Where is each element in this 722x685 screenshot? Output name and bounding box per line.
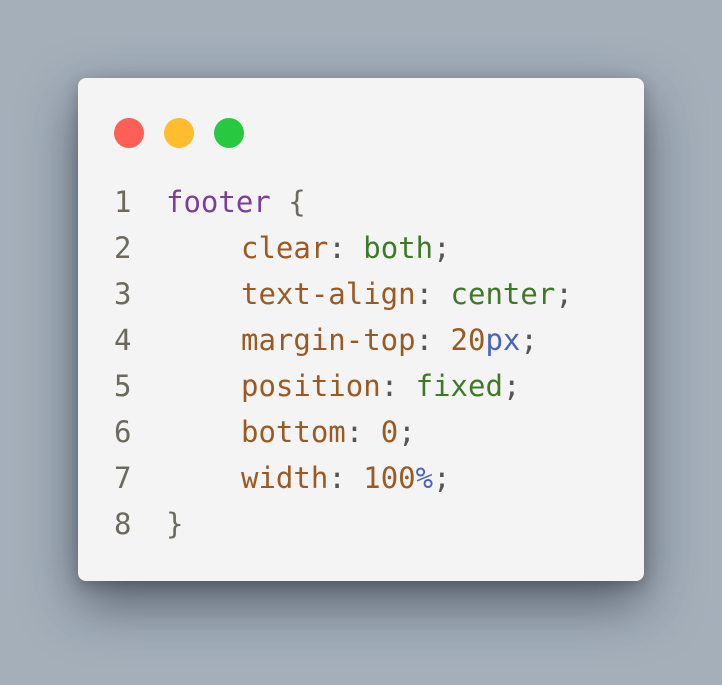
code-text: bottom: 0; xyxy=(166,409,416,455)
code-line: 1 footer { xyxy=(78,179,644,225)
semicolon: ; xyxy=(398,415,416,449)
css-value: center xyxy=(450,277,556,311)
css-value: both xyxy=(363,231,434,265)
semicolon: ; xyxy=(555,277,573,311)
line-number: 7 xyxy=(114,461,132,495)
line-number: 1 xyxy=(114,185,132,219)
close-dot-icon xyxy=(114,118,144,148)
css-property: margin-top xyxy=(241,323,416,357)
code-line: 7 width: 100%; xyxy=(78,455,644,501)
code-text: clear: both; xyxy=(166,225,451,271)
css-property: position xyxy=(241,369,381,403)
css-property: clear xyxy=(241,231,329,265)
css-value: fixed xyxy=(415,369,503,403)
colon: : xyxy=(328,231,346,265)
css-number: 100 xyxy=(363,461,416,495)
open-brace: { xyxy=(288,185,306,219)
code-line: 6 bottom: 0; xyxy=(78,409,644,455)
code-window: 1 footer { 2 clear: both; 3 text-align: … xyxy=(78,78,644,581)
code-line: 5 position: fixed; xyxy=(78,363,644,409)
line-number: 8 xyxy=(114,507,132,541)
colon: : xyxy=(380,369,399,403)
maximize-dot-icon xyxy=(214,118,244,148)
css-number: 20 xyxy=(450,323,486,357)
css-property: width xyxy=(241,461,329,495)
code-text: footer { xyxy=(166,179,306,225)
css-property: bottom xyxy=(241,415,346,449)
code-text: position: fixed; xyxy=(166,363,520,409)
css-number: 0 xyxy=(380,415,399,449)
colon: : xyxy=(415,323,434,357)
line-number: 6 xyxy=(114,415,132,449)
code-line: 8 } xyxy=(78,501,644,547)
minimize-dot-icon xyxy=(164,118,194,148)
code-block: 1 footer { 2 clear: both; 3 text-align: … xyxy=(78,179,644,547)
colon: : xyxy=(345,415,364,449)
semicolon: ; xyxy=(433,231,451,265)
code-text: margin-top: 20px; xyxy=(166,317,538,363)
colon: : xyxy=(328,461,346,495)
code-text: text-align: center; xyxy=(166,271,573,317)
css-property: text-align xyxy=(241,277,416,311)
line-number: 3 xyxy=(114,277,132,311)
close-brace: } xyxy=(166,507,184,541)
code-line: 4 margin-top: 20px; xyxy=(78,317,644,363)
colon: : xyxy=(415,277,434,311)
line-number: 5 xyxy=(114,369,132,403)
code-line: 2 clear: both; xyxy=(78,225,644,271)
line-number: 4 xyxy=(114,323,132,357)
code-line: 3 text-align: center; xyxy=(78,271,644,317)
line-number: 2 xyxy=(114,231,132,265)
code-text: } xyxy=(166,501,183,547)
css-unit: px xyxy=(485,323,521,357)
code-text: width: 100%; xyxy=(166,455,451,501)
css-selector: footer xyxy=(166,185,271,219)
css-unit: % xyxy=(415,461,434,495)
semicolon: ; xyxy=(433,461,451,495)
semicolon: ; xyxy=(520,323,538,357)
semicolon: ; xyxy=(502,369,521,403)
